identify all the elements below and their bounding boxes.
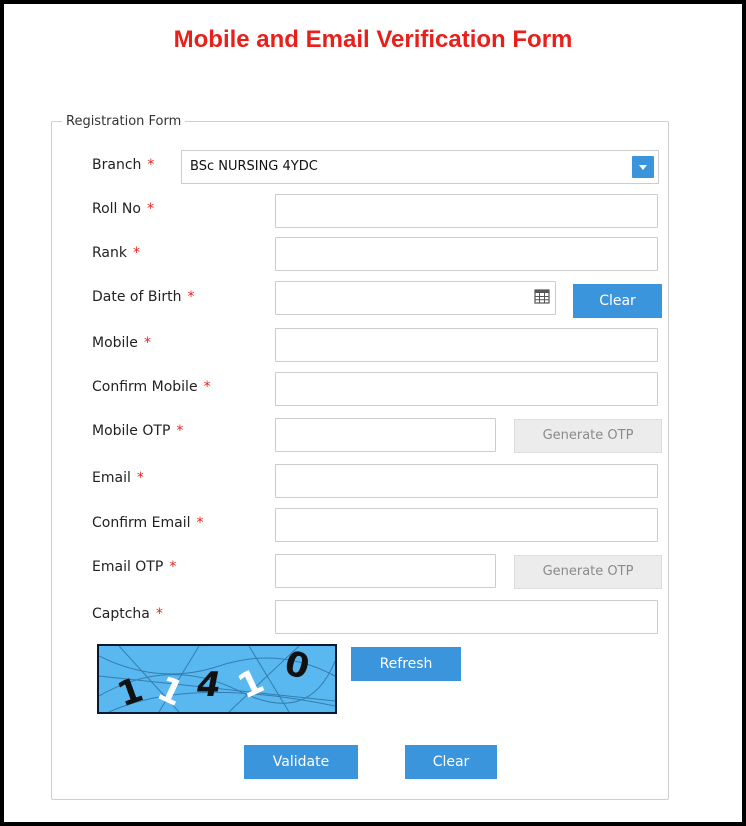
validate-button[interactable]: Validate: [244, 745, 358, 779]
required-marker: *: [196, 515, 204, 531]
roll-no-input[interactable]: [275, 194, 658, 228]
required-marker: *: [146, 201, 154, 217]
mobile-generate-otp-button[interactable]: Generate OTP: [514, 419, 662, 453]
rank-label: Rank *: [92, 245, 140, 261]
branch-select[interactable]: BSc NURSING 4YDC: [181, 150, 659, 184]
svg-text:4: 4: [196, 665, 221, 705]
page-title: Mobile and Email Verification Form: [173, 26, 573, 53]
required-marker: *: [132, 245, 140, 261]
required-marker: *: [169, 559, 177, 575]
email-input[interactable]: [275, 464, 658, 498]
email-label: Email *: [92, 470, 144, 486]
required-marker: *: [155, 606, 163, 622]
confirm-mobile-label: Confirm Mobile *: [92, 379, 211, 395]
captcha-input[interactable]: [275, 600, 658, 634]
email-otp-label: Email OTP *: [92, 559, 177, 575]
dob-input[interactable]: [275, 281, 556, 315]
roll-no-label: Roll No *: [92, 201, 154, 217]
confirm-email-input[interactable]: [275, 508, 658, 542]
email-otp-input[interactable]: [275, 554, 496, 588]
required-marker: *: [136, 470, 144, 486]
required-marker: *: [147, 157, 155, 173]
rank-input[interactable]: [275, 237, 658, 271]
confirm-mobile-input[interactable]: [275, 372, 658, 406]
branch-label: Branch *: [92, 157, 155, 173]
required-marker: *: [176, 423, 184, 439]
mobile-input[interactable]: [275, 328, 658, 362]
captcha-refresh-button[interactable]: Refresh: [351, 647, 461, 681]
dob-clear-button[interactable]: Clear: [573, 284, 662, 318]
required-marker: *: [187, 289, 195, 305]
dob-label: Date of Birth *: [92, 289, 195, 305]
branch-select-value: BSc NURSING 4YDC: [190, 159, 318, 174]
mobile-otp-input[interactable]: [275, 418, 496, 452]
calendar-icon[interactable]: [534, 288, 550, 304]
confirm-email-label: Confirm Email *: [92, 515, 204, 531]
mobile-otp-label: Mobile OTP *: [92, 423, 184, 439]
form-clear-button[interactable]: Clear: [405, 745, 497, 779]
chevron-down-icon[interactable]: [632, 156, 654, 178]
mobile-label: Mobile *: [92, 335, 151, 351]
captcha-image: 1 1 4 1 0: [97, 644, 337, 714]
captcha-label: Captcha *: [92, 606, 163, 622]
required-marker: *: [203, 379, 211, 395]
fieldset-legend: Registration Form: [66, 114, 182, 129]
required-marker: *: [143, 335, 151, 351]
email-generate-otp-button[interactable]: Generate OTP: [514, 555, 662, 589]
